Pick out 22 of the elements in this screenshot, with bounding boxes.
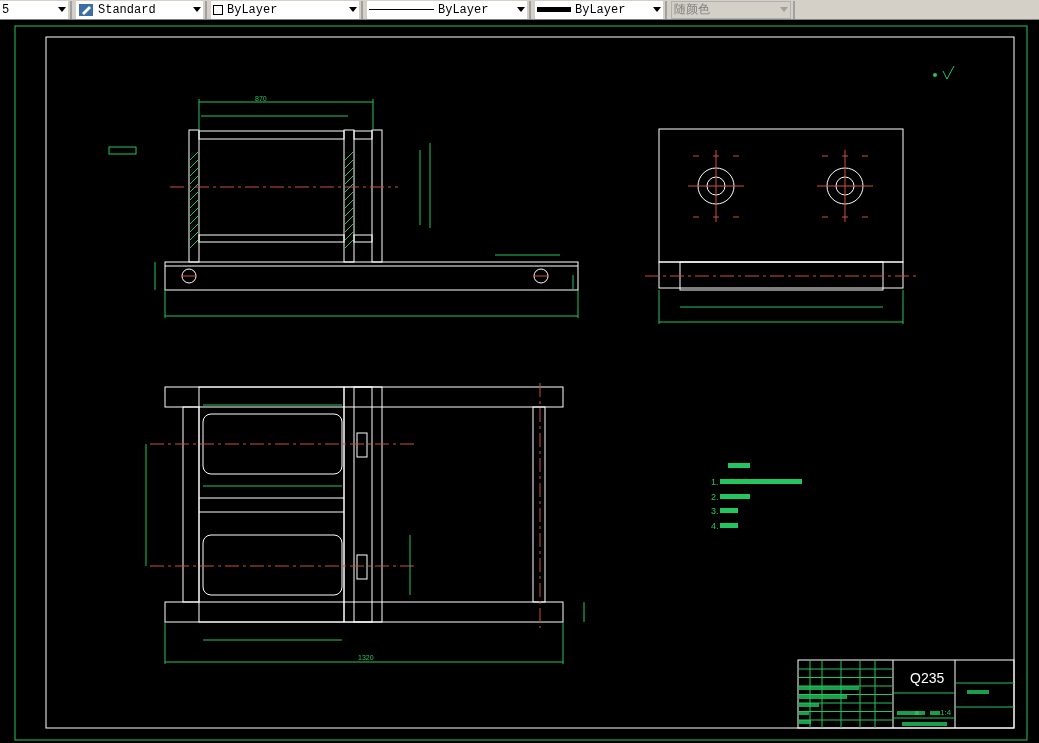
requirement-number: 4. [711, 521, 719, 532]
caret-icon [349, 7, 357, 12]
toolbar-dropdown[interactable]: ByLayer [535, 0, 663, 19]
toolbar-dropdown[interactable]: ByLayer [211, 0, 359, 19]
caret-icon [780, 7, 788, 12]
requirement-number: 3. [711, 506, 719, 517]
toolbar-dropdown[interactable]: ByLayer [367, 0, 527, 19]
surface-finish-symbol [933, 65, 955, 80]
color-swatch-icon [213, 4, 223, 15]
material-text: Q235 [910, 670, 945, 686]
line-weight-icon [537, 7, 571, 12]
line-sample-icon [369, 9, 434, 10]
caret-icon [517, 7, 525, 12]
caret-icon [58, 7, 66, 12]
scale-text: 1:4 [940, 708, 952, 717]
requirement-number: 1. [711, 477, 719, 487]
caret-icon [653, 7, 661, 12]
toolbar-dropdown[interactable]: Standard [76, 0, 203, 19]
requirement-number: 2. [711, 491, 719, 502]
text-style-icon [78, 1, 94, 18]
caret-icon [193, 7, 201, 12]
toolbar-dropdown[interactable]: 5 [0, 0, 68, 19]
